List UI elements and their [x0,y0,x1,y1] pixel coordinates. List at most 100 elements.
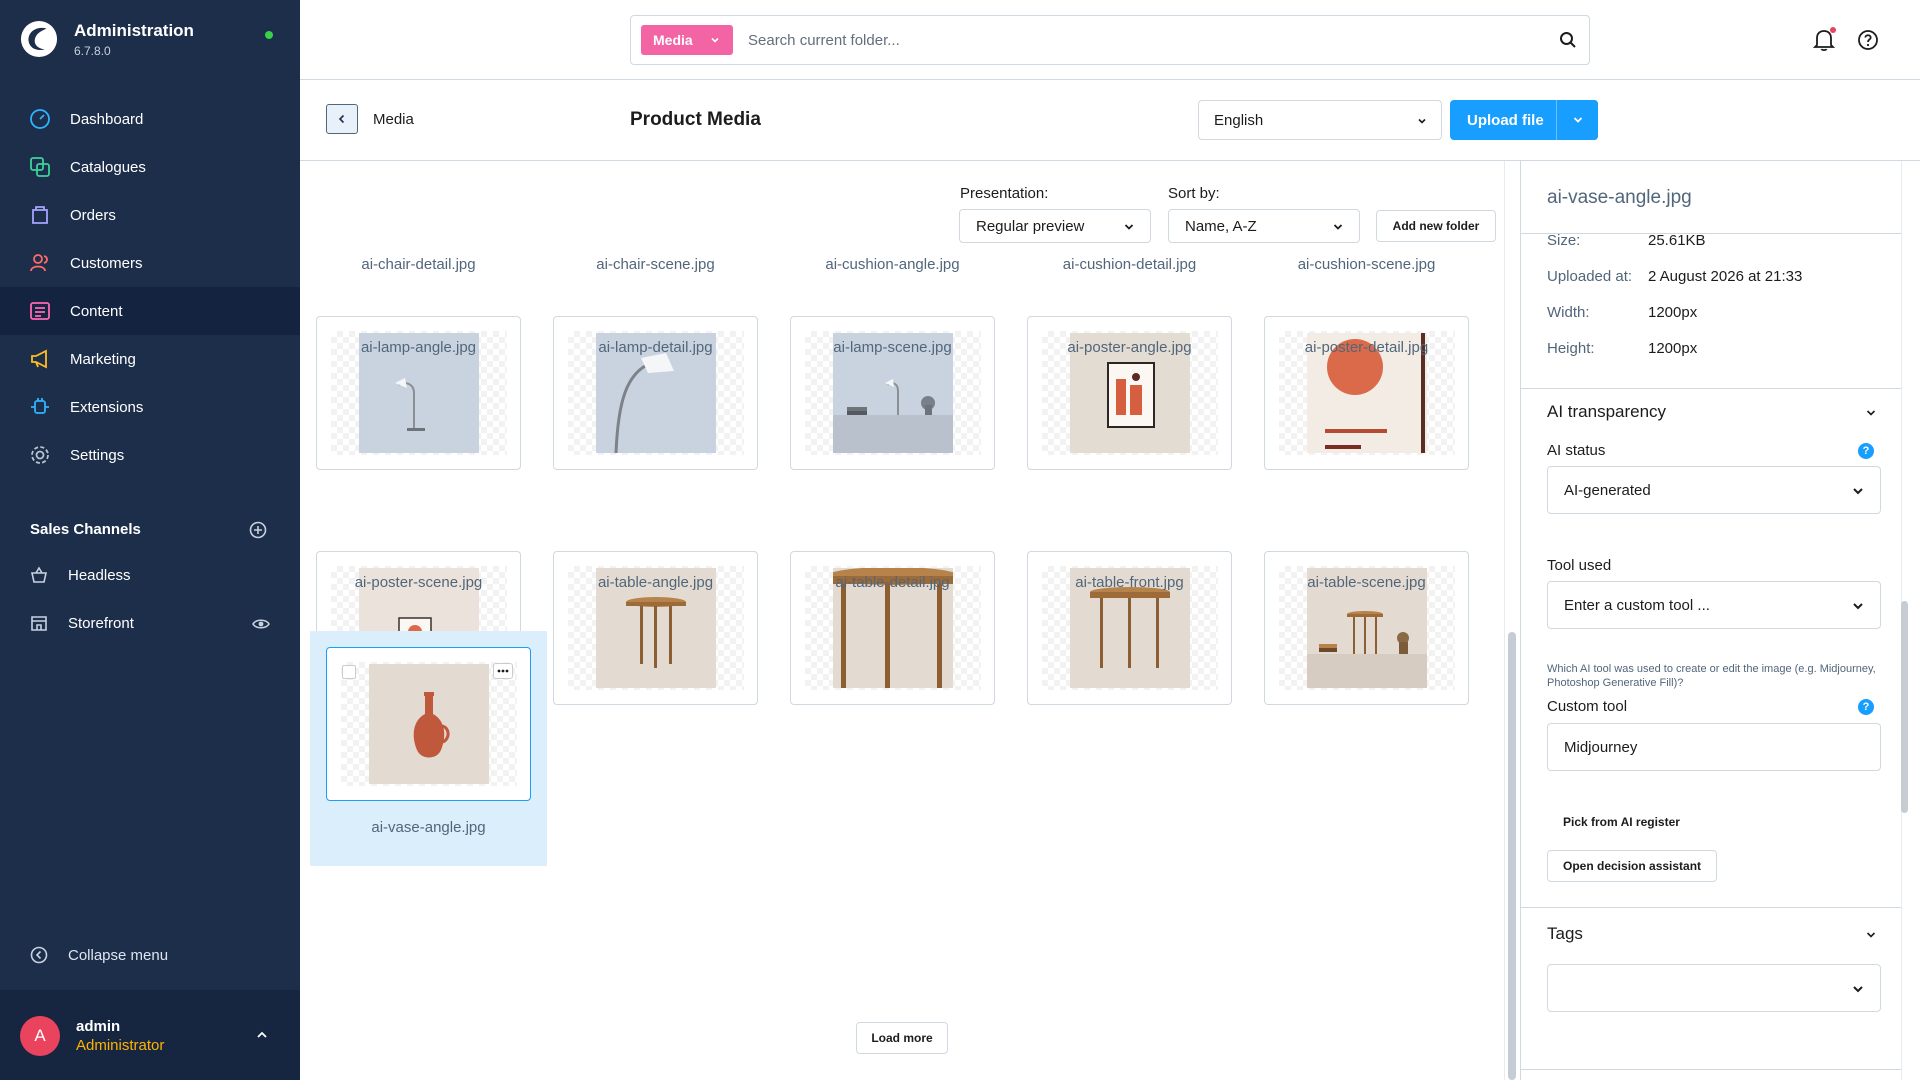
custom-tool-input[interactable] [1547,723,1881,771]
nav-item-extensions[interactable]: Extensions [0,383,300,431]
nav-label: Marketing [70,350,136,368]
nav-item-customers[interactable]: Customers [0,239,300,287]
custom-tool-help-text: Which AI tool was used to create or edit… [1547,663,1876,689]
media-item[interactable]: ai-poster-angle.jpg [1011,161,1248,470]
language-value: English [1214,111,1264,129]
media-item[interactable]: ai-poster-scene.jpg [300,396,537,705]
collapse-menu-button[interactable]: Collapse menu [30,946,168,964]
collapse-label: Collapse menu [68,946,169,964]
meta-key: Height: [1547,340,1595,357]
nav-item-catalogues[interactable]: Catalogues [0,143,300,191]
media-item-name: ai-lamp-angle.jpg [360,339,477,356]
search-type-selector[interactable]: Media [641,25,733,55]
notification-badge [1830,27,1836,33]
customers-icon [29,252,51,274]
chevron-left-icon [338,114,345,124]
breadcrumb[interactable]: Media [373,111,414,128]
media-item[interactable]: ai-lamp-angle.jpg [300,161,537,470]
upload-options-button[interactable] [1556,100,1598,140]
language-switch[interactable]: English [1198,100,1442,140]
nav-item-dashboard[interactable]: Dashboard [0,95,300,143]
tool-used-value: Enter a custom tool ... [1564,596,1710,614]
nav-item-marketing[interactable]: Marketing [0,335,300,383]
chevron-down-icon [1418,118,1426,124]
nav-label: Orders [70,206,116,224]
tool-used-select[interactable]: Enter a custom tool ... [1547,581,1881,629]
search-bar: Media [630,15,1590,65]
meta-value: 1200px [1648,340,1698,357]
media-item-name: ai-vase-angle.jpg [371,819,486,836]
media-item[interactable]: ai-table-angle.jpg [537,396,774,705]
user-menu[interactable]: A admin Administrator [0,990,300,1080]
ai-transparency-title[interactable]: AI transparency [1547,402,1666,422]
custom-tool-label: Custom tool [1547,698,1628,715]
help-tooltip-icon[interactable]: ? [1858,699,1874,715]
nav-item-content[interactable]: Content [0,287,300,335]
media-item[interactable]: ai-table-front.jpg [1011,396,1248,705]
chevron-down-icon [711,37,719,43]
content-icon [29,300,51,322]
nav-item-settings[interactable]: Settings [0,431,300,479]
media-item-name: ai-table-detail.jpg [835,574,950,591]
open-decision-assistant-button[interactable]: Open decision assistant [1547,850,1718,882]
media-detail-sidebar: ai-vase-angle.jpg Size: 25.61KB Uploaded… [1520,161,1920,1080]
help-icon[interactable] [1857,29,1879,51]
chevron-up-icon[interactable] [255,1028,269,1042]
gear-icon [29,444,51,466]
chevron-down-icon [1853,488,1863,495]
sales-channel-headless[interactable]: Headless [0,551,300,599]
media-item-name: ai-table-front.jpg [1075,574,1184,591]
basket-icon [30,566,48,584]
tags-title[interactable]: Tags [1547,924,1583,944]
dashboard-icon [29,108,51,130]
media-item[interactable]: ai-table-detail.jpg [774,396,1011,705]
select-checkbox[interactable] [342,665,356,679]
admin-sidebar: Administration 6.7.8.0 Dashboard Catalog… [0,0,300,1080]
search-icon[interactable] [1559,31,1577,49]
meta-key: Uploaded at: [1547,268,1633,285]
context-menu-button[interactable] [493,663,513,679]
meta-value: 25.61KB [1648,232,1706,249]
media-item[interactable]: ai-table-scene.jpg [1248,396,1485,705]
nav-label: Dashboard [70,110,144,128]
chevron-down-icon[interactable] [1865,929,1877,941]
user-role: Administrator [76,1037,165,1054]
brand[interactable]: Administration 6.7.8.0 [20,20,194,58]
nav-label: Extensions [70,398,144,416]
add-sales-channel-icon[interactable] [249,521,267,539]
media-item[interactable]: ai-lamp-detail.jpg [537,161,774,470]
sales-channel-storefront[interactable]: Storefront [0,599,300,647]
detail-scrollbar[interactable] [1901,601,1908,813]
chevron-down-icon [1853,603,1863,610]
divider [1521,388,1901,389]
ai-status-select[interactable]: AI-generated [1547,466,1881,514]
eye-icon[interactable] [252,615,270,633]
help-tooltip-icon[interactable]: ? [1858,443,1874,459]
load-more-button[interactable]: Load more [856,1022,948,1054]
back-button[interactable] [326,104,358,134]
smart-bar: Media Product Media English Upload file [300,80,1920,161]
tags-select[interactable] [1547,964,1881,1012]
search-input[interactable] [748,29,1528,51]
page-title: Product Media [630,109,761,130]
media-scrollbar[interactable] [1508,632,1516,1080]
chevron-down-icon[interactable] [1865,407,1877,419]
nav-label: Content [70,302,123,320]
sales-channels-list: Headless Storefront [0,551,300,647]
pick-from-ai-register-link[interactable]: Pick from AI register [1563,815,1680,829]
meta-key: Size: [1547,232,1581,249]
meta-value: 2 August 2026 at 21:33 [1648,268,1803,285]
media-item[interactable]: ai-lamp-scene.jpg [774,161,1011,470]
media-item-name: ai-table-scene.jpg [1307,574,1426,591]
upload-label: Upload file [1467,111,1544,129]
catalogue-icon [29,156,51,178]
media-item-selected[interactable]: ai-vase-angle.jpg [310,631,547,866]
media-item-name: ai-lamp-scene.jpg [833,339,952,356]
nav-item-orders[interactable]: Orders [0,191,300,239]
media-item[interactable]: ai-poster-detail.jpg [1248,161,1485,470]
plug-icon [29,396,51,418]
meta-value: 1200px [1648,304,1698,321]
shopware-logo-icon [20,20,58,58]
main-nav: Dashboard Catalogues Orders Customers Co… [0,95,300,479]
nav-label: Settings [70,446,125,464]
